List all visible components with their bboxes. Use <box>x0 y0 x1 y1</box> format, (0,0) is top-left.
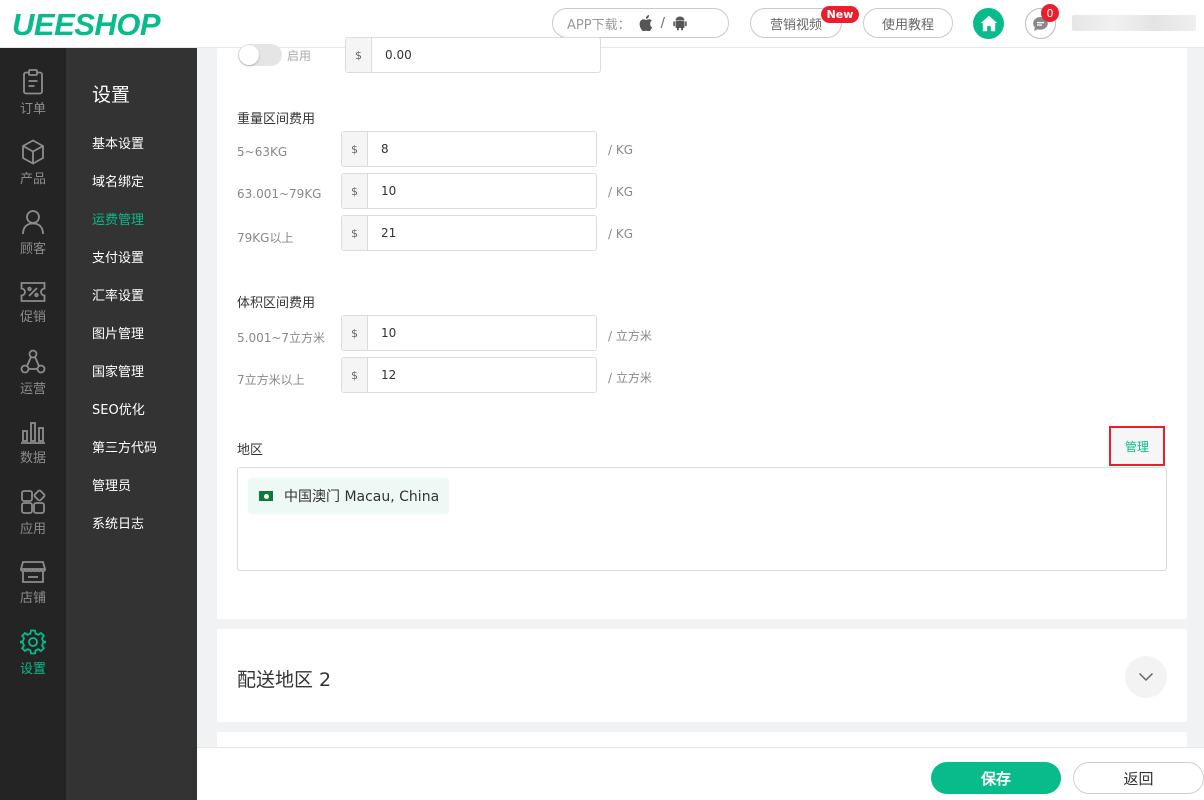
enable-toggle[interactable] <box>238 44 282 66</box>
sidebar-item-third-party-code[interactable]: 第三方代码 <box>92 437 157 456</box>
top-bar: UEESHOP APP下载： / 营销视频 New 使用教程 0 <box>0 0 1204 48</box>
manage-region-button[interactable]: 管理 <box>1111 428 1163 464</box>
sidebar-item-shipping[interactable]: 运费管理 <box>92 209 144 228</box>
weight-fee-value: 10 <box>381 184 397 198</box>
user-icon <box>22 210 44 235</box>
save-button[interactable]: 保存 <box>931 762 1061 794</box>
weight-range-label: 5~63KG <box>237 145 288 159</box>
sidebar-item-admins[interactable]: 管理员 <box>92 475 131 494</box>
apple-icon[interactable] <box>639 15 653 31</box>
volume-unit: / 立方米 <box>608 329 652 343</box>
volume-range-label: 7立方米以上 <box>237 373 305 387</box>
android-icon[interactable] <box>673 15 687 31</box>
tutorial-button[interactable]: 使用教程 <box>863 8 953 38</box>
weight-unit: / KG <box>608 143 634 157</box>
base-fee-input[interactable]: $ 0.00 <box>345 37 601 73</box>
nav-settings-label: 设置 <box>19 662 46 677</box>
manage-region-button-highlight[interactable]: 管理 <box>1109 426 1165 466</box>
sidebar-item-basic[interactable]: 基本设置 <box>92 133 144 152</box>
currency-prefix: $ <box>342 174 368 208</box>
sidebar-item-countries[interactable]: 国家管理 <box>92 361 144 380</box>
nav-customers-label: 顾客 <box>19 242 46 257</box>
sidebar-item-system-log[interactable]: 系统日志 <box>92 513 144 532</box>
sidebar-item-images[interactable]: 图片管理 <box>92 323 144 342</box>
nav-data[interactable]: 数据 <box>0 408 66 478</box>
clipboard-icon <box>23 69 43 95</box>
region-tag[interactable]: 中国澳门 Macau, China <box>248 478 449 514</box>
region-title: 地区 <box>237 443 264 458</box>
volume-fee-value: 12 <box>381 368 397 382</box>
volume-unit: / 立方米 <box>608 371 652 385</box>
currency-prefix: $ <box>342 358 368 392</box>
weight-fee-input[interactable]: $ 21 <box>341 215 597 251</box>
bar-chart-icon <box>21 422 45 444</box>
currency-prefix: $ <box>346 38 372 72</box>
weight-fee-value: 8 <box>381 142 389 156</box>
volume-fee-input[interactable]: $ 12 <box>341 357 597 393</box>
home-icon <box>980 15 997 32</box>
shipping-zone-2-card[interactable] <box>217 629 1187 722</box>
nav-customers[interactable]: 顾客 <box>0 198 66 268</box>
expand-zone-2-button[interactable] <box>1125 656 1167 698</box>
gear-icon <box>20 629 46 655</box>
weight-fee-value: 21 <box>381 226 397 240</box>
volume-fee-value: 10 <box>381 326 397 340</box>
weight-fee-input[interactable]: $ 10 <box>341 173 597 209</box>
new-badge: New <box>821 6 859 23</box>
base-fee-value: 0.00 <box>385 48 412 62</box>
store-icon <box>20 561 46 583</box>
app-download-label: APP下载： <box>567 17 631 33</box>
settings-sidebar-title: 设置 <box>92 84 131 106</box>
weight-unit: / KG <box>608 227 634 241</box>
nav-promotions[interactable]: 促销 <box>0 268 66 338</box>
nav-operations-label: 运营 <box>19 382 46 397</box>
app-separator: / <box>660 15 665 31</box>
weight-range-label: 79KG以上 <box>237 231 294 245</box>
nav-settings[interactable]: 设置 <box>0 618 66 688</box>
sidebar-item-domain[interactable]: 域名绑定 <box>92 171 144 190</box>
nav-data-label: 数据 <box>19 451 46 466</box>
weight-range-label: 63.001~79KG <box>237 187 322 201</box>
sidebar-item-seo[interactable]: SEO优化 <box>92 399 145 418</box>
sidebar-item-payment[interactable]: 支付设置 <box>92 247 144 266</box>
nav-products[interactable]: 产品 <box>0 128 66 198</box>
apps-icon <box>21 489 46 514</box>
region-tag-name: 中国澳门 Macau, China <box>284 489 440 505</box>
home-button[interactable] <box>973 8 1004 39</box>
nav-operations[interactable]: 运营 <box>0 338 66 408</box>
chevron-down-icon <box>1138 672 1154 682</box>
nav-apps-label: 应用 <box>19 522 46 537</box>
back-button[interactable]: 返回 <box>1073 762 1204 794</box>
user-account-blurred[interactable] <box>1072 15 1196 31</box>
nav-apps[interactable]: 应用 <box>0 478 66 548</box>
settings-sidebar: 设置 基本设置 域名绑定 运费管理 支付设置 汇率设置 图片管理 国家管理 SE… <box>66 48 197 800</box>
share-nodes-icon <box>20 349 46 374</box>
nav-promotions-label: 促销 <box>19 310 46 325</box>
nav-store-label: 店铺 <box>19 591 46 606</box>
sidebar-item-exchange-rate[interactable]: 汇率设置 <box>92 285 144 304</box>
weight-section-title: 重量区间费用 <box>237 112 316 127</box>
volume-section-title: 体积区间费用 <box>237 296 316 311</box>
macau-flag-icon <box>259 491 273 501</box>
icon-sidebar: 订单 产品 顾客 促销 运营 数据 应用 店铺 设置 <box>0 48 66 800</box>
nav-products-label: 产品 <box>19 172 46 187</box>
nav-store[interactable]: 店铺 <box>0 548 66 618</box>
currency-prefix: $ <box>342 316 368 350</box>
box-icon <box>22 139 44 165</box>
app-download-pill[interactable]: APP下载： / <box>552 8 729 38</box>
currency-prefix: $ <box>342 132 368 166</box>
enable-toggle-label: 启用 <box>287 49 312 63</box>
currency-prefix: $ <box>342 216 368 250</box>
weight-unit: / KG <box>608 185 634 199</box>
message-count-badge: 0 <box>1041 4 1059 22</box>
volume-fee-input[interactable]: $ 10 <box>341 315 597 351</box>
logo[interactable]: UEESHOP <box>12 7 161 43</box>
nav-orders[interactable]: 订单 <box>0 58 66 128</box>
volume-range-label: 5.001~7立方米 <box>237 331 326 345</box>
percent-ticket-icon <box>20 282 46 302</box>
nav-orders-label: 订单 <box>19 102 46 117</box>
zone-2-title: 配送地区 2 <box>237 669 332 691</box>
weight-fee-input[interactable]: $ 8 <box>341 131 597 167</box>
